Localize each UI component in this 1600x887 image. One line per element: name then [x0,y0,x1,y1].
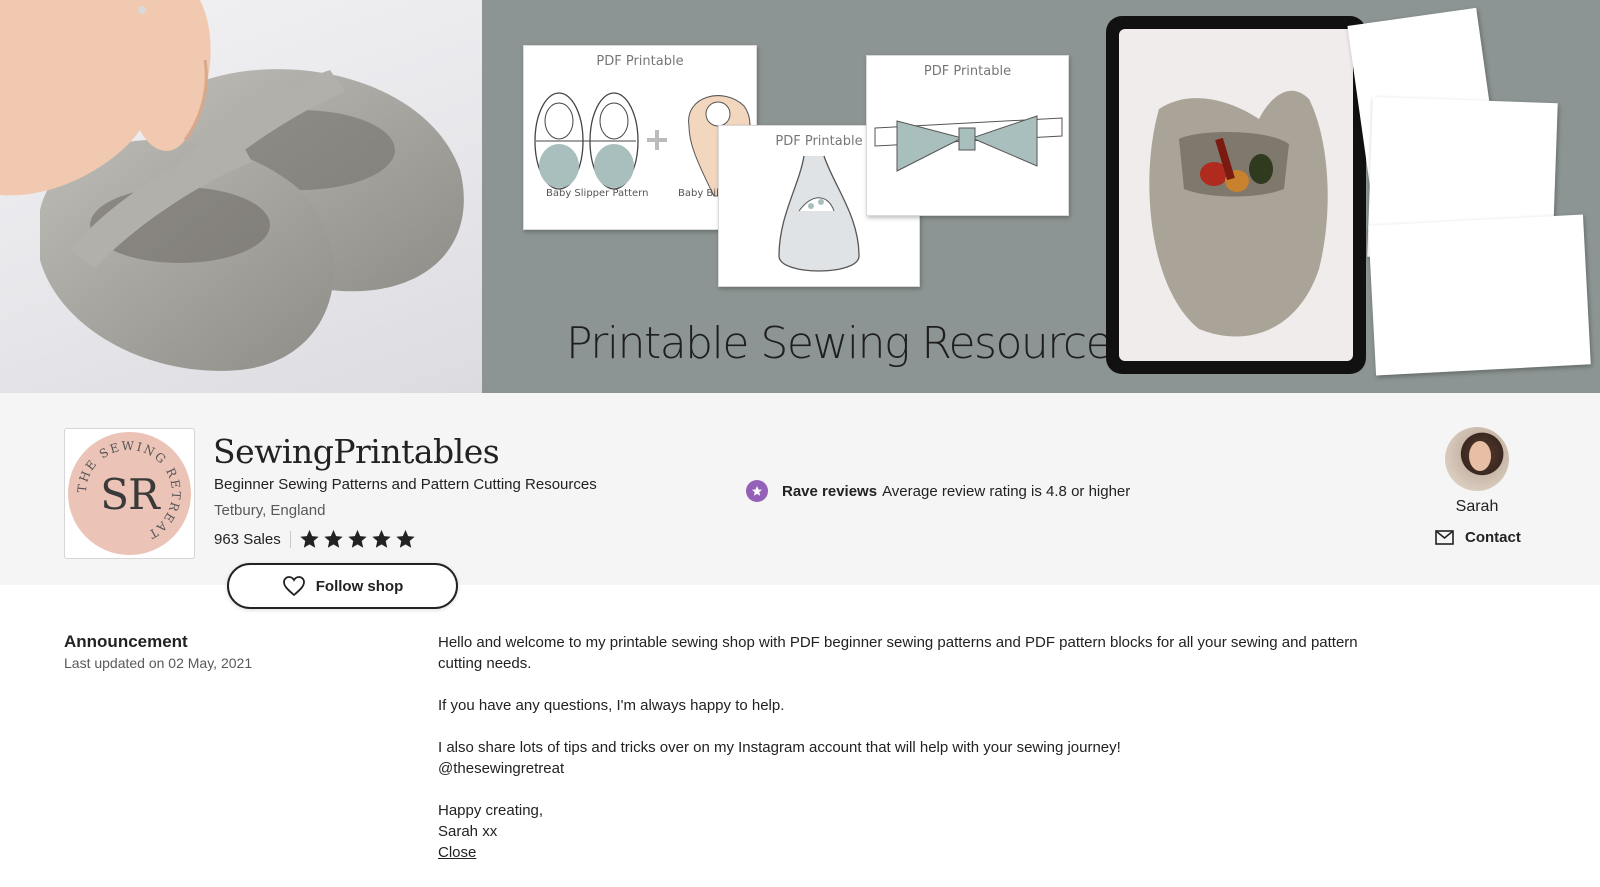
star-icon [324,529,343,548]
mail-icon [1435,530,1454,545]
baby-shoes-illustration [0,0,464,371]
logo-initials: SR [100,470,159,519]
star-rating[interactable] [298,528,417,550]
shop-title: Beginner Sewing Patterns and Pattern Cut… [214,476,597,493]
banner-title: Printable Sewing Resources [566,318,1134,369]
close-announcement-link[interactable]: Close [438,842,476,863]
owner-name: Sarah [1455,498,1499,515]
shop-name: SewingPrintables [213,432,500,471]
announcement-paragraph: I also share lots of tips and tricks ove… [438,739,1121,756]
announcement-signoff: Happy creating, [438,802,544,819]
owner-avatar[interactable] [1445,427,1509,491]
rave-badge-icon [746,480,768,502]
heart-icon [282,576,305,597]
card-bowtie: PDF Printable [866,55,1069,216]
rave-reviews-description: Average review rating is 4.8 or higher [882,482,1131,500]
shop-logo[interactable]: THE SEWING RETREAT SR [64,428,195,559]
rave-reviews-title: Rave reviews [782,482,878,500]
bowtie-drawing [874,115,1063,172]
tablet-mockup [1106,16,1366,374]
follow-shop-label: Follow shop [315,577,404,595]
announcement-paragraph: Hello and welcome to my printable sewing… [438,634,1358,672]
star-icon [372,529,391,548]
contact-label: Contact [1465,529,1521,546]
follow-shop-button[interactable]: Follow shop [227,563,458,609]
announcement-paragraph: If you have any questions, I'm always ha… [438,697,785,714]
announcement-body: Hello and welcome to my printable sewing… [438,632,1368,863]
pattern-document-3 [1368,214,1591,376]
divider [289,530,291,548]
logo-circle: THE SEWING RETREAT SR [68,432,191,555]
star-icon [300,529,319,548]
contact-button[interactable]: Contact [1435,529,1521,546]
rave-reviews-badge: Rave reviews Average review rating is 4.… [746,480,1130,502]
shop-banner: PDF Printable Baby Slipper Pattern Baby … [0,0,1600,393]
banner-photo-baby-shoes [0,0,482,393]
star-icon [396,529,415,548]
announcement-heading: Announcement [64,632,188,651]
owner-face [1469,441,1491,471]
instagram-handle: @thesewingretreat [438,760,565,777]
sales-rating-row: 963 Sales [214,528,417,550]
announcement-updated: Last updated on 02 May, 2021 [64,655,253,671]
shop-owner: Sarah [1422,427,1532,516]
slipper-caption: Baby Slipper Pattern [546,188,649,199]
tablet-screen [1119,29,1353,361]
sales-count: 963 Sales [214,530,281,548]
tote-bag-photo [1149,90,1328,337]
announcement-signature: Sarah xx [438,823,498,840]
star-icon [348,529,367,548]
shop-location: Tetbury, England [214,502,326,519]
